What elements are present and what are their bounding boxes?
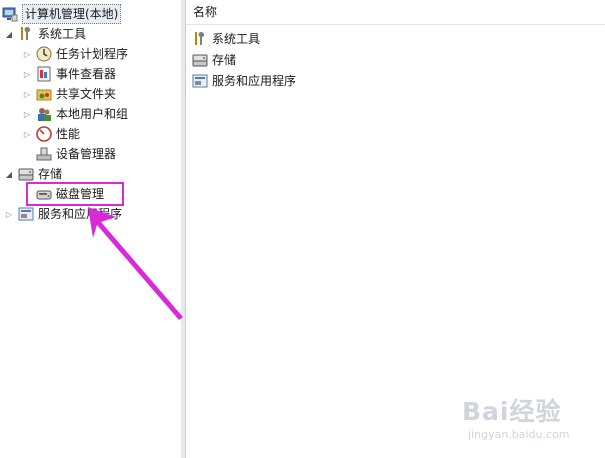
device-manager-icon (36, 146, 52, 162)
console-tree-pane: 计算机管理(本地) ◢ 系统工具 ▷ 任务计划程序 ▷ 事件查看器 ▷ 共享文件… (0, 0, 182, 458)
list-item-services-applications[interactable]: 服务和应用程序 (192, 72, 296, 90)
tools-icon (192, 31, 208, 47)
performance-icon (36, 126, 52, 142)
storage-icon (192, 52, 208, 68)
column-header-name[interactable]: 名称 (186, 0, 605, 25)
tree-item-system-tools[interactable]: ◢ 系统工具 (4, 25, 86, 43)
tree-item-device-manager[interactable]: 设备管理器 (36, 145, 116, 163)
storage-icon (18, 166, 34, 182)
tree-item-event-viewer[interactable]: ▷ 事件查看器 (22, 65, 116, 83)
tree-item-label: 性能 (56, 127, 81, 141)
collapsed-arrow-icon[interactable]: ▷ (22, 49, 32, 59)
tree-item-label: 本地用户和组 (56, 107, 129, 121)
shared-folder-icon (36, 86, 52, 102)
watermark-main-text: Bai经验 (462, 397, 562, 426)
tree-item-task-scheduler[interactable]: ▷ 任务计划程序 (22, 45, 128, 63)
tree-item-label: 服务和应用程序 (38, 207, 123, 221)
services-icon (192, 73, 208, 89)
computer-management-icon (2, 6, 18, 22)
column-header-label: 名称 (193, 5, 218, 19)
baidu-watermark: Bai经验 jingyan.baidu.com (462, 392, 592, 448)
tree-item-label: 系统工具 (38, 27, 87, 41)
highlight-box (26, 182, 124, 206)
collapsed-arrow-icon[interactable]: ▷ (22, 129, 32, 139)
tree-item-label: 共享文件夹 (56, 87, 117, 101)
services-icon (18, 206, 34, 222)
list-item-system-tools[interactable]: 系统工具 (192, 30, 260, 48)
list-item-label: 服务和应用程序 (212, 74, 297, 88)
collapsed-arrow-icon[interactable]: ▷ (22, 89, 32, 99)
tree-item-performance[interactable]: ▷ 性能 (22, 125, 80, 143)
list-item-storage[interactable]: 存储 (192, 51, 236, 69)
users-icon (36, 106, 52, 122)
collapsed-arrow-icon[interactable]: ▷ (4, 209, 14, 219)
list-item-label: 存储 (212, 53, 237, 67)
collapsed-arrow-icon[interactable]: ▷ (22, 109, 32, 119)
watermark-sub-text: jingyan.baidu.com (468, 428, 570, 441)
tree-item-shared-folders[interactable]: ▷ 共享文件夹 (22, 85, 116, 103)
tree-item-label: 存储 (38, 167, 63, 181)
tree-root-label: 计算机管理(本地) (22, 4, 122, 24)
tree-item-storage[interactable]: ◢ 存储 (4, 165, 62, 183)
expanded-arrow-icon[interactable]: ◢ (4, 29, 14, 39)
details-list-pane: 名称 系统工具 存储 服务和应用程序 (186, 0, 605, 458)
tree-item-services-applications[interactable]: ▷ 服务和应用程序 (4, 205, 122, 223)
tree-item-label: 任务计划程序 (56, 47, 129, 61)
tools-icon (18, 26, 34, 42)
tree-item-label: 设备管理器 (56, 147, 117, 161)
tree-root-computer-management[interactable]: 计算机管理(本地) (2, 4, 122, 24)
expanded-arrow-icon[interactable]: ◢ (4, 169, 14, 179)
event-viewer-icon (36, 66, 52, 82)
list-item-label: 系统工具 (212, 32, 261, 46)
tree-item-local-users-groups[interactable]: ▷ 本地用户和组 (22, 105, 128, 123)
tree-item-label: 事件查看器 (56, 67, 117, 81)
collapsed-arrow-icon[interactable]: ▷ (22, 69, 32, 79)
clock-icon (36, 46, 52, 62)
